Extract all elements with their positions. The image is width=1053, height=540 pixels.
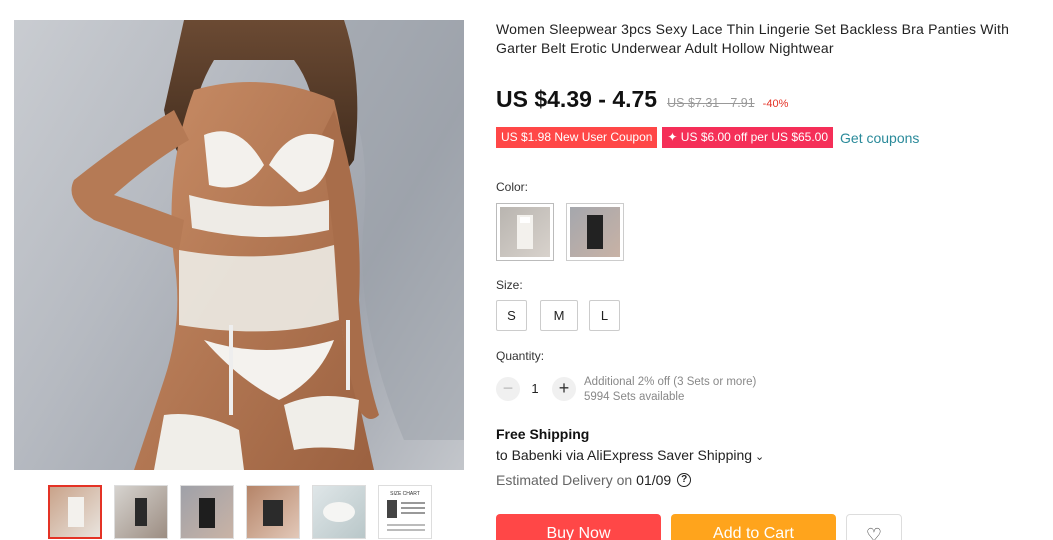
current-price: US $4.39 - 4.75 [496, 86, 658, 112]
quantity-increase-button[interactable]: + [552, 377, 576, 401]
size-option-s[interactable]: S [496, 300, 527, 331]
add-to-cart-button[interactable]: Add to Cart [671, 514, 836, 540]
color-swatch-white[interactable] [496, 203, 554, 261]
delivery-label: Estimated Delivery on [496, 472, 633, 488]
thumbnail-size-chart[interactable]: SIZE CHART [378, 485, 432, 539]
price-row: US $4.39 - 4.75 US $7.31 - 7.91 -40% [496, 86, 788, 113]
chevron-down-icon: ⌄ [755, 451, 765, 463]
store-coupon[interactable]: ✦ US $6.00 off per US $65.00 [662, 127, 834, 148]
shipping-method-text: to Babenki via AliExpress Saver Shipping [496, 447, 753, 463]
thumbnail-4[interactable] [246, 485, 300, 539]
quantity-label: Quantity: [496, 349, 545, 363]
product-title: Women Sleepwear 3pcs Sexy Lace Thin Ling… [496, 21, 1010, 56]
original-price: US $7.31 - 7.91 [667, 96, 755, 110]
product-photo [71, 20, 464, 470]
estimated-delivery: Estimated Delivery on 01/09 ? [496, 472, 692, 488]
product-main-image[interactable] [14, 20, 464, 470]
coupon-row: US $1.98 New User Coupon ✦ US $6.00 off … [496, 127, 919, 148]
shipping-method[interactable]: to Babenki via AliExpress Saver Shipping… [496, 447, 764, 463]
size-label: Size: [496, 278, 523, 292]
stock-available: 5994 Sets available [584, 391, 685, 403]
color-swatch-black[interactable] [566, 203, 624, 261]
buy-now-button[interactable]: Buy Now [496, 514, 661, 540]
thumbnail-2[interactable] [114, 485, 168, 539]
delivery-date: 01/09 [636, 472, 672, 488]
thumbnail-5[interactable] [312, 485, 366, 539]
quantity-value[interactable]: 1 [529, 381, 541, 396]
color-label: Color: [496, 180, 529, 194]
size-option-l[interactable]: L [589, 300, 620, 331]
size-option-m[interactable]: M [540, 300, 578, 331]
thumbnail-3[interactable] [180, 485, 234, 539]
new-user-coupon[interactable]: US $1.98 New User Coupon [496, 127, 658, 148]
free-shipping-title: Free Shipping [496, 426, 590, 442]
thumbnail-strip: SIZE CHART [48, 485, 432, 539]
wishlist-heart-icon[interactable]: ♡ [846, 514, 902, 540]
quantity-info: Additional 2% off (3 Sets or more) 5994 … [584, 375, 756, 405]
get-coupons-link[interactable]: Get coupons [840, 130, 919, 146]
bulk-discount-note: Additional 2% off (3 Sets or more) [584, 376, 757, 388]
thumbnail-1[interactable] [48, 485, 102, 539]
help-icon[interactable]: ? [677, 473, 692, 487]
discount-badge: -40% [762, 98, 789, 110]
quantity-decrease-button[interactable]: − [496, 377, 520, 401]
size-chart-label: SIZE CHART [390, 491, 420, 497]
